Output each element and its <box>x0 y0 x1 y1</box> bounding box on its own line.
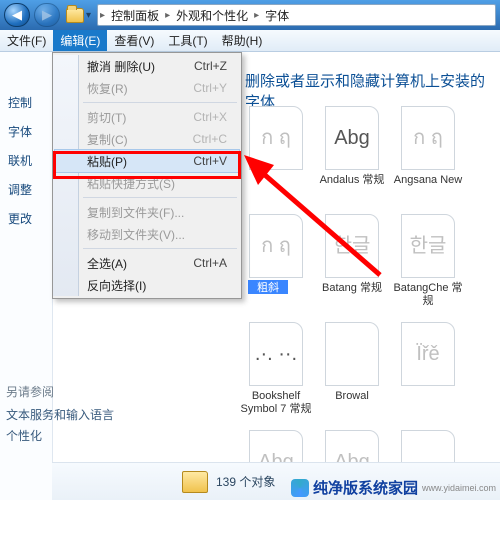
menu-label: 复制(C) <box>55 131 193 148</box>
menu-label: 剪切(T) <box>55 109 193 126</box>
font-thumb: .·. ··. <box>249 322 303 386</box>
menu-copy-to-folder: 复制到文件夹(F)... <box>55 201 239 223</box>
font-tile[interactable]: 한글 Batang 常规 <box>314 214 390 322</box>
font-tile[interactable]: ก ฤ Angsana New <box>390 106 466 214</box>
menu-separator <box>83 248 237 249</box>
menu-shortcut: Ctrl+X <box>193 110 239 124</box>
menu-separator <box>83 197 237 198</box>
sidebar-item[interactable]: 控制 <box>0 88 52 117</box>
breadcrumb-seg-2[interactable]: 外观和个性化 <box>172 7 252 24</box>
menu-redo: 恢复(R) Ctrl+Y <box>55 77 239 99</box>
menu-shortcut: Ctrl+V <box>193 154 239 168</box>
status-count: 139 个对象 <box>216 473 275 490</box>
font-tile[interactable]: .·. ··. Bookshelf Symbol 7 常规 <box>238 322 314 430</box>
menu-file[interactable]: 文件(F) <box>0 30 53 51</box>
sidebar-item[interactable]: 字体 <box>0 117 52 146</box>
font-label: Andalus 常规 <box>315 174 389 187</box>
font-thumb: 한글 <box>325 214 379 278</box>
font-tile[interactable]: ก ฤ <box>238 214 314 322</box>
nav-forward-button[interactable]: ▶ <box>34 3 60 27</box>
menu-shortcut: Ctrl+Z <box>194 59 239 73</box>
menu-select-all[interactable]: 全选(A) Ctrl+A <box>55 252 239 274</box>
chevron-right-icon: ▸ <box>98 10 107 21</box>
menu-paste[interactable]: 粘贴(P) Ctrl+V <box>55 150 239 172</box>
menu-cut: 剪切(T) Ctrl+X <box>55 106 239 128</box>
chevron-right-icon: ▸ <box>252 10 261 21</box>
menu-label: 粘贴快捷方式(S) <box>55 175 239 192</box>
font-label: Browal <box>315 390 389 403</box>
related-link-personalize[interactable]: 个性化 <box>6 427 114 444</box>
menu-move-to-folder: 移动到文件夹(V)... <box>55 223 239 245</box>
related-header: 另请参阅 <box>6 383 114 400</box>
font-thumb <box>325 322 379 386</box>
menu-label: 反向选择(I) <box>55 277 239 294</box>
menu-label: 复制到文件夹(F)... <box>55 204 239 221</box>
menu-edit[interactable]: 编辑(E) <box>53 30 107 51</box>
font-label: Angsana New <box>391 174 465 187</box>
font-label: Bookshelf Symbol 7 常规 <box>239 390 313 415</box>
font-thumb: 한글 <box>401 214 455 278</box>
menu-label: 全选(A) <box>55 255 193 272</box>
address-bar[interactable]: ▸ 控制面板 ▸ 外观和个性化 ▸ 字体 <box>97 4 496 26</box>
watermark-url: www.yidaimei.com <box>422 483 496 493</box>
menu-label: 撤消 删除(U) <box>55 58 194 75</box>
font-thumb: ก ฤ <box>249 214 303 278</box>
menu-shortcut: Ctrl+Y <box>193 81 239 95</box>
font-tile[interactable]: Browal <box>314 322 390 430</box>
menu-invert-selection[interactable]: 反向选择(I) <box>55 274 239 296</box>
related-link-ime[interactable]: 文本服务和输入语言 <box>6 406 114 423</box>
font-tile[interactable]: 한글 BatangChe 常规 <box>390 214 466 322</box>
menu-label: 粘贴(P) <box>55 153 193 170</box>
menu-label: 恢复(R) <box>55 80 193 97</box>
sidebar-item[interactable]: 调整 <box>0 175 52 204</box>
font-tile[interactable]: Abg Andalus 常规 <box>314 106 390 214</box>
folder-icon <box>182 471 208 493</box>
menu-view[interactable]: 查看(V) <box>107 30 161 51</box>
address-folder-icon <box>66 8 84 23</box>
menu-bar: 文件(F) 编辑(E) 查看(V) 工具(T) 帮助(H) <box>0 30 500 52</box>
menu-paste-shortcut: 粘贴快捷方式(S) <box>55 172 239 194</box>
menu-label: 移动到文件夹(V)... <box>55 226 239 243</box>
related-links: 另请参阅 文本服务和输入语言 个性化 <box>6 383 114 448</box>
window-titlebar: ◀ ▶ ▾ ▸ 控制面板 ▸ 外观和个性化 ▸ 字体 <box>0 0 500 30</box>
font-thumb: ก ฤ <box>249 106 303 170</box>
nav-back-button[interactable]: ◀ <box>4 3 30 27</box>
menu-help[interactable]: 帮助(H) <box>215 30 270 51</box>
menu-shortcut: Ctrl+A <box>193 256 239 270</box>
font-label: BatangChe 常规 <box>391 282 465 307</box>
menu-copy: 复制(C) Ctrl+C <box>55 128 239 150</box>
chevron-down-icon[interactable]: ▾ <box>86 10 91 21</box>
font-thumb: Abg <box>325 106 379 170</box>
edit-menu-dropdown: 撤消 删除(U) Ctrl+Z 恢复(R) Ctrl+Y 剪切(T) Ctrl+… <box>52 52 242 299</box>
watermark: 纯净版系统家园 www.yidaimei.com <box>291 477 496 498</box>
sidebar-item[interactable]: 更改 <box>0 204 52 233</box>
menu-separator <box>83 102 237 103</box>
font-thumb: Ïřě <box>401 322 455 386</box>
font-tile[interactable]: Ïřě <box>390 322 466 430</box>
chevron-right-icon: ▸ <box>163 10 172 21</box>
font-label: Batang 常规 <box>315 282 389 295</box>
breadcrumb-seg-3[interactable]: 字体 <box>261 7 293 24</box>
menu-tools[interactable]: 工具(T) <box>161 30 214 51</box>
menu-undo[interactable]: 撤消 删除(U) Ctrl+Z <box>55 55 239 77</box>
watermark-brand: 纯净版系统家园 <box>313 477 418 498</box>
sidebar-item[interactable]: 联机 <box>0 146 52 175</box>
watermark-logo-icon <box>291 479 309 497</box>
selected-style-label: 粗斜 <box>248 280 288 294</box>
font-tile[interactable]: ก ฤ <box>238 106 314 214</box>
breadcrumb-seg-1[interactable]: 控制面板 <box>107 7 163 24</box>
menu-shortcut: Ctrl+C <box>193 132 239 146</box>
font-thumb: ก ฤ <box>401 106 455 170</box>
